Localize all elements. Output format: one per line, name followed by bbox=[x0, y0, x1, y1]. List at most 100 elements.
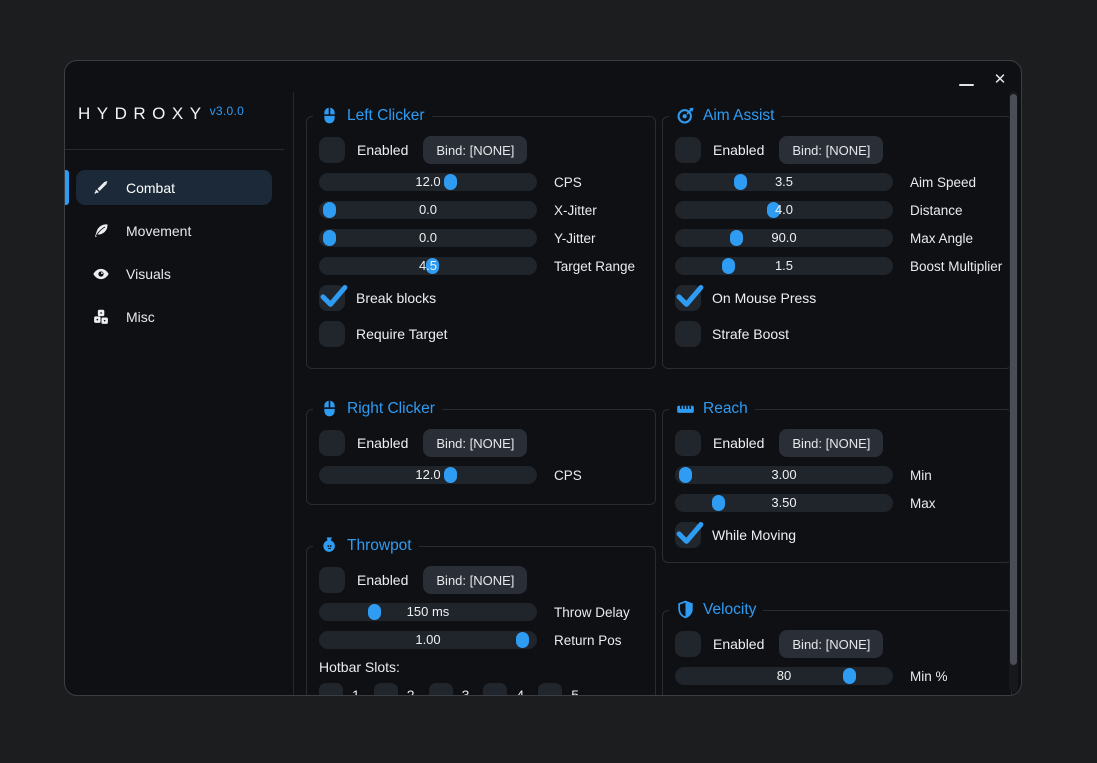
version-badge: v3.0.0 bbox=[210, 104, 245, 118]
slider-value: 0.0 bbox=[319, 201, 537, 219]
enable-row: Enabled Bind: [NONE] bbox=[675, 430, 999, 456]
target-icon bbox=[676, 106, 695, 125]
panel-title: Reach bbox=[669, 399, 755, 418]
panel-title: Right Clicker bbox=[313, 399, 442, 418]
checkbox[interactable] bbox=[675, 285, 701, 311]
bind-button[interactable]: Bind: [NONE] bbox=[779, 630, 883, 658]
panel-title: Left Clicker bbox=[313, 106, 432, 125]
slider-label: Boost Multiplier bbox=[910, 259, 1002, 274]
slider-track[interactable]: 90.0 bbox=[675, 229, 893, 247]
sidebar-item-label: Visuals bbox=[126, 266, 171, 282]
bind-button[interactable]: Bind: [NONE] bbox=[779, 429, 883, 457]
slot-checkbox[interactable] bbox=[483, 683, 507, 696]
slider-track[interactable]: 1.00 bbox=[319, 631, 537, 649]
check-row: Strafe Boost bbox=[675, 321, 999, 347]
close-button[interactable]: ✕ bbox=[989, 67, 1011, 91]
slider-track[interactable]: 1.5 bbox=[675, 257, 893, 275]
bind-button[interactable]: Bind: [NONE] bbox=[423, 429, 527, 457]
check-label: Break blocks bbox=[356, 290, 436, 306]
slider-row bbox=[675, 695, 999, 696]
checkbox[interactable] bbox=[675, 522, 701, 548]
check-label: On Mouse Press bbox=[712, 290, 816, 306]
enabled-checkbox[interactable] bbox=[319, 137, 345, 163]
active-indicator bbox=[65, 170, 69, 205]
scrollbar-thumb[interactable] bbox=[1010, 94, 1017, 665]
sidebar-item-visuals[interactable]: Visuals bbox=[76, 256, 272, 291]
hotbar-slot: 3 bbox=[429, 683, 470, 696]
slot-label: 2 bbox=[407, 687, 415, 696]
slider-track[interactable]: 0.0 bbox=[319, 201, 537, 219]
panel-throwpot: Throwpot Enabled Bind: [NONE] 150 ms Thr… bbox=[306, 546, 656, 696]
enabled-checkbox[interactable] bbox=[675, 631, 701, 657]
slider-value: 3.50 bbox=[675, 494, 893, 512]
slot-checkbox[interactable] bbox=[429, 683, 453, 696]
slot-checkbox[interactable] bbox=[538, 683, 562, 696]
enabled-checkbox[interactable] bbox=[319, 567, 345, 593]
sidebar-item-label: Misc bbox=[126, 309, 155, 325]
slider-track[interactable]: 150 ms bbox=[319, 603, 537, 621]
sidebar: HYDROXYv3.0.0 Combat Movement Visuals Mi… bbox=[65, 61, 293, 695]
slot-checkbox[interactable] bbox=[374, 683, 398, 696]
slider-track[interactable]: 12.0 bbox=[319, 466, 537, 484]
check-icon bbox=[318, 280, 348, 310]
slider-row: 0.0 Y-Jitter bbox=[319, 229, 643, 247]
panel-right-clicker: Right Clicker Enabled Bind: [NONE] 12.0 … bbox=[306, 409, 656, 505]
panel-aim-assist: Aim Assist Enabled Bind: [NONE] 3.5 Aim … bbox=[662, 116, 1012, 369]
slider-row: 80 Min % bbox=[675, 667, 999, 685]
sidebar-item-movement[interactable]: Movement bbox=[76, 213, 272, 248]
panel-reach: Reach Enabled Bind: [NONE] 3.00 Min bbox=[662, 409, 1012, 563]
enabled-checkbox[interactable] bbox=[675, 430, 701, 456]
sidebar-item-misc[interactable]: Misc bbox=[76, 299, 272, 334]
flask-icon bbox=[320, 536, 339, 555]
scrollbar-track[interactable] bbox=[1009, 91, 1018, 692]
check-row: While Moving bbox=[675, 522, 999, 548]
enabled-label: Enabled bbox=[713, 142, 764, 158]
minimize-icon bbox=[959, 84, 974, 86]
enable-row: Enabled Bind: [NONE] bbox=[319, 137, 643, 163]
enabled-label: Enabled bbox=[357, 572, 408, 588]
slider-track[interactable]: 3.50 bbox=[675, 494, 893, 512]
enabled-label: Enabled bbox=[357, 435, 408, 451]
slider-value: 3.00 bbox=[675, 466, 893, 484]
check-row: On Mouse Press bbox=[675, 285, 999, 311]
slider-value: 150 ms bbox=[319, 603, 537, 621]
slider-row: 12.0 CPS bbox=[319, 173, 643, 191]
bind-button[interactable]: Bind: [NONE] bbox=[423, 566, 527, 594]
slider-row: 90.0 Max Angle bbox=[675, 229, 999, 247]
checkbox[interactable] bbox=[675, 321, 701, 347]
slider-label: Min % bbox=[910, 669, 948, 684]
slot-label: 3 bbox=[462, 687, 470, 696]
slider-row: 4.5 Target Range bbox=[319, 257, 643, 275]
slider-value: 90.0 bbox=[675, 229, 893, 247]
enabled-checkbox[interactable] bbox=[675, 137, 701, 163]
hotbar-slot: 4 bbox=[483, 683, 524, 696]
slider-track[interactable]: 12.0 bbox=[319, 173, 537, 191]
checkbox[interactable] bbox=[319, 321, 345, 347]
sidebar-item-label: Combat bbox=[126, 180, 175, 196]
slider-track[interactable]: 3.00 bbox=[675, 466, 893, 484]
hotbar-slots-label: Hotbar Slots: bbox=[319, 659, 643, 675]
hotbar-slot: 2 bbox=[374, 683, 415, 696]
enabled-checkbox[interactable] bbox=[319, 430, 345, 456]
ruler-icon bbox=[676, 399, 695, 418]
slider-track[interactable]: 0.0 bbox=[319, 229, 537, 247]
sidebar-item-combat[interactable]: Combat bbox=[76, 170, 272, 205]
slider-label: CPS bbox=[554, 175, 582, 190]
slider-track[interactable]: 80 bbox=[675, 667, 893, 685]
slot-checkbox[interactable] bbox=[319, 683, 343, 696]
slider-track[interactable]: 3.5 bbox=[675, 173, 893, 191]
bind-button[interactable]: Bind: [NONE] bbox=[423, 136, 527, 164]
checkbox[interactable] bbox=[319, 285, 345, 311]
hotbar-slot: 5 bbox=[538, 683, 579, 696]
slider-row: 3.5 Aim Speed bbox=[675, 173, 999, 191]
slider-track[interactable]: 4.5 bbox=[319, 257, 537, 275]
panel-left-clicker: Left Clicker Enabled Bind: [NONE] 12.0 C… bbox=[306, 116, 656, 369]
slider-value: 0.0 bbox=[319, 229, 537, 247]
enable-row: Enabled Bind: [NONE] bbox=[675, 137, 999, 163]
slider-track[interactable] bbox=[675, 695, 893, 696]
check-row: Break blocks bbox=[319, 285, 643, 311]
slider-label: Return Pos bbox=[554, 633, 622, 648]
slider-track[interactable]: 4.0 bbox=[675, 201, 893, 219]
minimize-button[interactable] bbox=[955, 67, 977, 91]
bind-button[interactable]: Bind: [NONE] bbox=[779, 136, 883, 164]
